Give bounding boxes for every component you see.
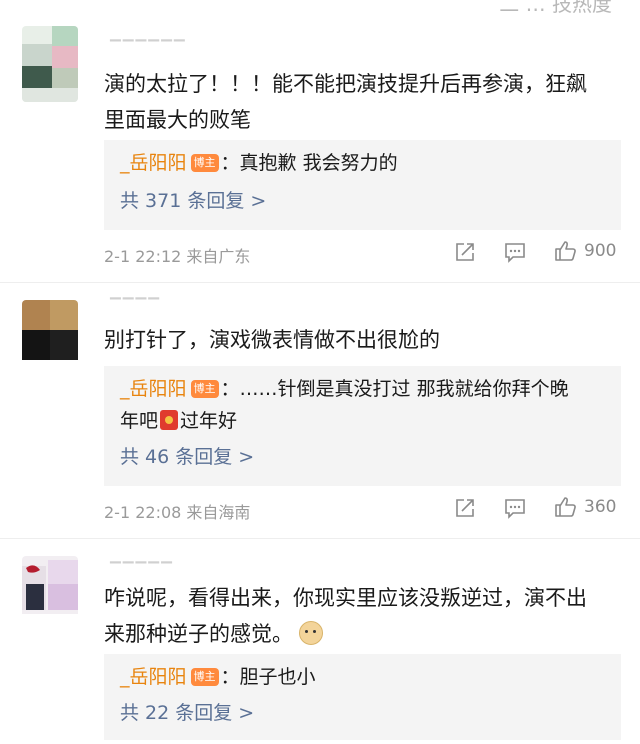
- reply-preview[interactable]: _岳阳阳 博主 ：真抱歉 我会努力的 共 371 条回复 >: [104, 140, 621, 230]
- like-count: 900: [584, 241, 617, 261]
- reply-line: _岳阳阳 博主 ：真抱歉 我会努力的: [120, 148, 398, 178]
- reply-text: ……针倒是真没打过 那我就给你拜个晚: [239, 378, 569, 400]
- comment-text-body: 咋说呢，看得出来，你现实里应该没叛逆过，演不出来那种逆子的感觉。: [104, 586, 587, 646]
- avatar-image: [22, 556, 78, 614]
- view-replies-link[interactable]: 共 371 条回复 >: [120, 186, 266, 216]
- doge-emoji: [299, 621, 323, 645]
- thumbs-up-icon: [555, 241, 576, 261]
- reply-text: 胆子也小: [239, 666, 316, 688]
- comment-button[interactable]: [504, 241, 526, 263]
- divider: [0, 282, 640, 283]
- view-replies-link[interactable]: 共 46 条回复 >: [120, 442, 254, 472]
- avatar-image: [22, 300, 78, 360]
- share-button[interactable]: [454, 241, 476, 263]
- reply-separator: ：: [220, 152, 240, 174]
- view-replies-link[interactable]: 共 22 条回复 >: [120, 698, 254, 728]
- divider: [0, 538, 640, 539]
- username-blurred: ▁▁▁▁: [110, 284, 162, 300]
- share-button[interactable]: [454, 497, 476, 519]
- avatar[interactable]: [22, 556, 78, 632]
- reply-separator: ：: [220, 378, 240, 400]
- username-blurred: ▁▁▁▁▁▁: [110, 26, 187, 42]
- reply-preview[interactable]: _岳阳阳 博主 ：……针倒是真没打过 那我就给你拜个晚 年吧 过年好 共 46 条回复…: [104, 366, 621, 486]
- like-count: 360: [584, 497, 617, 517]
- reply-author-name[interactable]: _岳阳阳: [120, 152, 187, 174]
- reply-text-continued: 年吧: [120, 410, 159, 432]
- comment-icon: [505, 243, 525, 263]
- comment-icon: [505, 499, 525, 519]
- author-badge: 博主: [190, 154, 219, 172]
- thumbs-up-icon: [555, 497, 576, 517]
- share-icon: [456, 243, 474, 261]
- comment-text: 演的太拉了！！！能不能把演技提升后再参演，狂飙里面最大的败笔: [104, 72, 587, 132]
- reply-preview[interactable]: _岳阳阳 博主 ：胆子也小 共 22 条回复 >: [104, 654, 621, 740]
- reply-text: 真抱歉 我会努力的: [239, 152, 398, 174]
- reply-author-name[interactable]: _岳阳阳: [120, 666, 187, 688]
- username-blurred: ▁▁▁▁▁: [110, 548, 174, 564]
- avatar-image: [22, 26, 78, 102]
- comment-meta: 2-1 22:08 来自海南: [104, 503, 251, 522]
- comment-meta: 2-1 22:12 来自广东: [104, 247, 251, 266]
- comment-text: 咋说呢，看得出来，你现实里应该没叛逆过，演不出来那种逆子的感觉。: [104, 580, 604, 652]
- top-truncated-text: 二 … 技热度: [499, 0, 612, 16]
- like-button[interactable]: 900: [554, 239, 616, 263]
- reply-separator: ：: [220, 666, 240, 688]
- reply-author-name[interactable]: _岳阳阳: [120, 378, 187, 400]
- share-icon: [456, 499, 474, 517]
- author-badge: 博主: [190, 668, 219, 686]
- reply-line: _岳阳阳 博主 ：……针倒是真没打过 那我就给你拜个晚: [120, 374, 569, 404]
- avatar[interactable]: [22, 26, 78, 102]
- comment-text: 别打针了，演戏微表情做不出很尬的: [104, 328, 440, 352]
- author-badge: 博主: [190, 380, 219, 398]
- avatar[interactable]: [22, 300, 78, 376]
- reply-text-end: 过年好: [180, 410, 238, 432]
- red-packet-emoji: [160, 410, 179, 430]
- reply-line-2: 年吧 过年好: [120, 406, 237, 436]
- comment-button[interactable]: [504, 497, 526, 519]
- reply-line: _岳阳阳 博主 ：胆子也小: [120, 662, 316, 692]
- like-button[interactable]: 360: [554, 495, 616, 519]
